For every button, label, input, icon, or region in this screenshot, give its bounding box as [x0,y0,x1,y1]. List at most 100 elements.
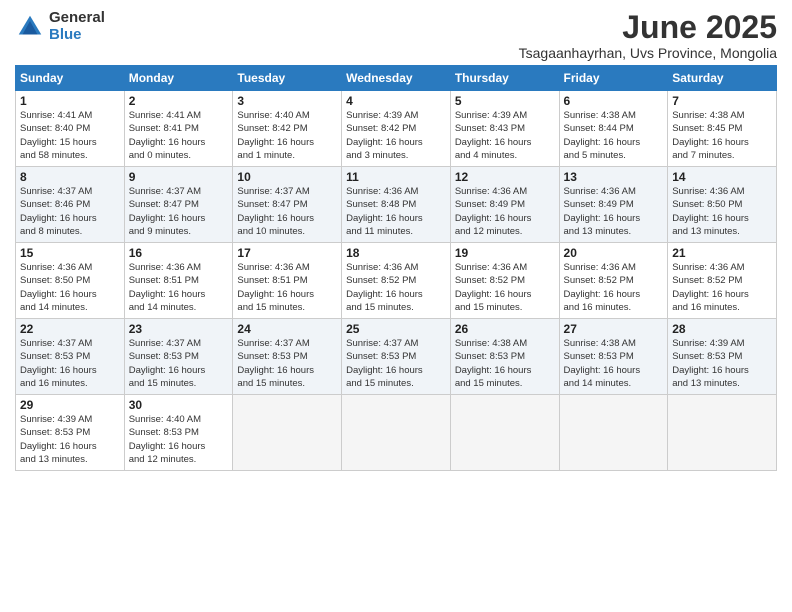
empty-day-cell [668,395,777,471]
day-info: Sunrise: 4:36 AM Sunset: 8:52 PM Dayligh… [672,261,772,314]
day-info: Sunrise: 4:39 AM Sunset: 8:42 PM Dayligh… [346,109,446,162]
day-number: 1 [20,94,120,108]
calendar-day-cell: 18Sunrise: 4:36 AM Sunset: 8:52 PM Dayli… [342,243,451,319]
calendar-day-cell: 30Sunrise: 4:40 AM Sunset: 8:53 PM Dayli… [124,395,233,471]
day-number: 19 [455,246,555,260]
day-info: Sunrise: 4:36 AM Sunset: 8:51 PM Dayligh… [129,261,229,314]
calendar-header-tuesday: Tuesday [233,66,342,91]
day-number: 13 [564,170,664,184]
day-number: 3 [237,94,337,108]
day-info: Sunrise: 4:37 AM Sunset: 8:53 PM Dayligh… [237,337,337,390]
day-number: 22 [20,322,120,336]
day-number: 20 [564,246,664,260]
day-info: Sunrise: 4:36 AM Sunset: 8:52 PM Dayligh… [455,261,555,314]
day-number: 30 [129,398,229,412]
day-info: Sunrise: 4:40 AM Sunset: 8:53 PM Dayligh… [129,413,229,466]
calendar-header-friday: Friday [559,66,668,91]
day-number: 23 [129,322,229,336]
calendar-table: SundayMondayTuesdayWednesdayThursdayFrid… [15,65,777,471]
day-number: 7 [672,94,772,108]
day-number: 21 [672,246,772,260]
calendar-header-thursday: Thursday [450,66,559,91]
day-number: 6 [564,94,664,108]
day-number: 8 [20,170,120,184]
day-info: Sunrise: 4:37 AM Sunset: 8:47 PM Dayligh… [237,185,337,238]
day-info: Sunrise: 4:36 AM Sunset: 8:52 PM Dayligh… [564,261,664,314]
day-info: Sunrise: 4:37 AM Sunset: 8:47 PM Dayligh… [129,185,229,238]
day-info: Sunrise: 4:41 AM Sunset: 8:40 PM Dayligh… [20,109,120,162]
calendar-day-cell: 3Sunrise: 4:40 AM Sunset: 8:42 PM Daylig… [233,91,342,167]
day-info: Sunrise: 4:37 AM Sunset: 8:46 PM Dayligh… [20,185,120,238]
calendar-header-monday: Monday [124,66,233,91]
calendar-day-cell: 5Sunrise: 4:39 AM Sunset: 8:43 PM Daylig… [450,91,559,167]
empty-day-cell [559,395,668,471]
calendar-header-saturday: Saturday [668,66,777,91]
calendar-day-cell: 27Sunrise: 4:38 AM Sunset: 8:53 PM Dayli… [559,319,668,395]
calendar-day-cell: 16Sunrise: 4:36 AM Sunset: 8:51 PM Dayli… [124,243,233,319]
day-number: 18 [346,246,446,260]
day-info: Sunrise: 4:38 AM Sunset: 8:53 PM Dayligh… [455,337,555,390]
calendar-week-row: 1Sunrise: 4:41 AM Sunset: 8:40 PM Daylig… [16,91,777,167]
month-title: June 2025 [519,10,777,45]
calendar-day-cell: 6Sunrise: 4:38 AM Sunset: 8:44 PM Daylig… [559,91,668,167]
calendar-day-cell: 7Sunrise: 4:38 AM Sunset: 8:45 PM Daylig… [668,91,777,167]
day-number: 2 [129,94,229,108]
calendar-day-cell: 26Sunrise: 4:38 AM Sunset: 8:53 PM Dayli… [450,319,559,395]
day-info: Sunrise: 4:36 AM Sunset: 8:52 PM Dayligh… [346,261,446,314]
calendar-day-cell: 12Sunrise: 4:36 AM Sunset: 8:49 PM Dayli… [450,167,559,243]
day-info: Sunrise: 4:36 AM Sunset: 8:48 PM Dayligh… [346,185,446,238]
day-info: Sunrise: 4:38 AM Sunset: 8:53 PM Dayligh… [564,337,664,390]
calendar-day-cell: 13Sunrise: 4:36 AM Sunset: 8:49 PM Dayli… [559,167,668,243]
day-info: Sunrise: 4:37 AM Sunset: 8:53 PM Dayligh… [129,337,229,390]
calendar-day-cell: 4Sunrise: 4:39 AM Sunset: 8:42 PM Daylig… [342,91,451,167]
logo-blue-text: Blue [49,27,105,44]
calendar-week-row: 15Sunrise: 4:36 AM Sunset: 8:50 PM Dayli… [16,243,777,319]
empty-day-cell [342,395,451,471]
calendar-day-cell: 9Sunrise: 4:37 AM Sunset: 8:47 PM Daylig… [124,167,233,243]
day-info: Sunrise: 4:36 AM Sunset: 8:50 PM Dayligh… [20,261,120,314]
day-number: 4 [346,94,446,108]
day-number: 24 [237,322,337,336]
day-info: Sunrise: 4:36 AM Sunset: 8:49 PM Dayligh… [564,185,664,238]
calendar-week-row: 29Sunrise: 4:39 AM Sunset: 8:53 PM Dayli… [16,395,777,471]
day-number: 27 [564,322,664,336]
calendar-header-sunday: Sunday [16,66,125,91]
day-info: Sunrise: 4:38 AM Sunset: 8:45 PM Dayligh… [672,109,772,162]
logo-icon [15,12,45,42]
calendar-header-wednesday: Wednesday [342,66,451,91]
day-number: 17 [237,246,337,260]
day-number: 10 [237,170,337,184]
calendar-day-cell: 20Sunrise: 4:36 AM Sunset: 8:52 PM Dayli… [559,243,668,319]
calendar-day-cell: 1Sunrise: 4:41 AM Sunset: 8:40 PM Daylig… [16,91,125,167]
calendar-day-cell: 25Sunrise: 4:37 AM Sunset: 8:53 PM Dayli… [342,319,451,395]
day-info: Sunrise: 4:36 AM Sunset: 8:50 PM Dayligh… [672,185,772,238]
location-subtitle: Tsagaanhayrhan, Uvs Province, Mongolia [519,45,777,61]
day-info: Sunrise: 4:40 AM Sunset: 8:42 PM Dayligh… [237,109,337,162]
day-info: Sunrise: 4:36 AM Sunset: 8:51 PM Dayligh… [237,261,337,314]
day-info: Sunrise: 4:39 AM Sunset: 8:43 PM Dayligh… [455,109,555,162]
calendar-header-row: SundayMondayTuesdayWednesdayThursdayFrid… [16,66,777,91]
day-info: Sunrise: 4:37 AM Sunset: 8:53 PM Dayligh… [346,337,446,390]
calendar-day-cell: 23Sunrise: 4:37 AM Sunset: 8:53 PM Dayli… [124,319,233,395]
day-number: 26 [455,322,555,336]
day-number: 12 [455,170,555,184]
day-info: Sunrise: 4:41 AM Sunset: 8:41 PM Dayligh… [129,109,229,162]
logo: General Blue [15,10,105,43]
empty-day-cell [233,395,342,471]
empty-day-cell [450,395,559,471]
header: General Blue June 2025 Tsagaanhayrhan, U… [15,10,777,61]
calendar-week-row: 8Sunrise: 4:37 AM Sunset: 8:46 PM Daylig… [16,167,777,243]
day-number: 28 [672,322,772,336]
day-number: 29 [20,398,120,412]
day-info: Sunrise: 4:39 AM Sunset: 8:53 PM Dayligh… [672,337,772,390]
day-info: Sunrise: 4:38 AM Sunset: 8:44 PM Dayligh… [564,109,664,162]
day-number: 14 [672,170,772,184]
calendar-day-cell: 11Sunrise: 4:36 AM Sunset: 8:48 PM Dayli… [342,167,451,243]
calendar-day-cell: 21Sunrise: 4:36 AM Sunset: 8:52 PM Dayli… [668,243,777,319]
day-number: 15 [20,246,120,260]
calendar-day-cell: 22Sunrise: 4:37 AM Sunset: 8:53 PM Dayli… [16,319,125,395]
calendar-week-row: 22 Sunrise: 4:37 AM Sunset: 8:53 PM Dayli… [16,319,777,395]
day-number: 5 [455,94,555,108]
calendar-day-cell: 19Sunrise: 4:36 AM Sunset: 8:52 PM Dayli… [450,243,559,319]
calendar-day-cell: 17Sunrise: 4:36 AM Sunset: 8:51 PM Dayli… [233,243,342,319]
